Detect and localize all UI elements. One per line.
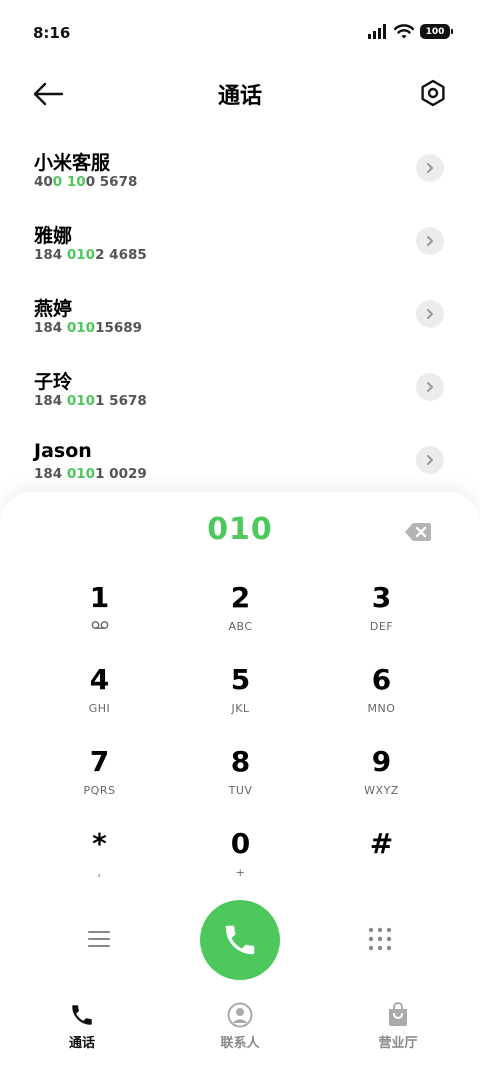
page-title: 通话 (217, 84, 262, 109)
key-6[interactable]: 6 MNO (311, 664, 452, 746)
contact-detail-button[interactable] (416, 373, 444, 401)
key-star[interactable]: * , (29, 828, 170, 910)
key-hash[interactable]: # (311, 828, 452, 910)
dialpad-actions (0, 900, 480, 980)
key-5[interactable]: 5 JKL (170, 664, 311, 746)
call-button[interactable] (200, 900, 280, 980)
contact-detail-button[interactable] (416, 446, 444, 474)
contact-name: 燕婷 (34, 298, 73, 320)
tab-label: 通话 (68, 1036, 95, 1051)
wifi-icon (394, 24, 414, 39)
key-7[interactable]: 7 PQRS (29, 746, 170, 828)
chevron-right-icon (427, 382, 433, 392)
status-bar: 8:16 100 (0, 0, 480, 66)
menu-icon[interactable] (88, 930, 110, 948)
backspace-icon[interactable] (404, 522, 432, 542)
tab-label: 联系人 (220, 1036, 260, 1051)
contact-name: Jason (34, 440, 92, 462)
contact-detail-button[interactable] (416, 300, 444, 328)
tab-contacts[interactable]: 联系人 (190, 1002, 290, 1051)
contact-number: 184 0101 0029 (34, 466, 147, 482)
voicemail-icon (91, 621, 108, 629)
dialpad-panel: 010 1 2 ABC 3 DEF 4 GHI 5 JKL 6 MNO 7 PQ… (0, 492, 480, 1067)
key-3[interactable]: 3 DEF (311, 582, 452, 664)
key-4[interactable]: 4 GHI (29, 664, 170, 746)
tab-calls[interactable]: 通话 (32, 1002, 132, 1051)
contact-detail-button[interactable] (416, 227, 444, 255)
person-icon (227, 1002, 253, 1028)
contact-row[interactable]: 小米客服 400 100 5678 (0, 140, 480, 213)
key-1[interactable]: 1 (29, 582, 170, 664)
contact-row[interactable]: 燕婷 184 01015689 (0, 286, 480, 359)
settings-icon[interactable] (418, 78, 448, 108)
dialpad-grid-icon[interactable] (368, 927, 392, 951)
contact-suggestions: 小米客服 400 100 5678 雅娜 184 0102 4685 燕婷 18… (0, 140, 480, 505)
contact-number: 184 01015689 (34, 320, 143, 336)
tab-store[interactable]: 营业厅 (348, 1002, 448, 1051)
contact-row[interactable]: 子玲 184 0101 5678 (0, 359, 480, 432)
key-sub (91, 620, 109, 634)
contact-name: 雅娜 (34, 225, 73, 247)
contact-name: 子玲 (34, 371, 73, 393)
tab-label: 营业厅 (378, 1036, 418, 1051)
key-8[interactable]: 8 TUV (170, 746, 311, 828)
contact-row[interactable]: 雅娜 184 0102 4685 (0, 213, 480, 286)
key-0[interactable]: 0 + (170, 828, 311, 910)
battery-icon: 100 (420, 24, 453, 39)
header: 通话 (0, 66, 480, 122)
chevron-right-icon (427, 455, 433, 465)
keypad: 1 2 ABC 3 DEF 4 GHI 5 JKL 6 MNO 7 PQRS 8… (29, 582, 451, 910)
chevron-right-icon (427, 163, 433, 173)
contact-number: 184 0102 4685 (34, 247, 147, 263)
status-icons: 100 (368, 24, 453, 39)
status-time: 8:16 (33, 24, 71, 42)
phone-icon (225, 925, 255, 955)
contact-name: 小米客服 (34, 152, 111, 174)
shopping-bag-icon (389, 1002, 407, 1026)
key-2[interactable]: 2 ABC (170, 582, 311, 664)
battery-level: 100 (425, 26, 445, 37)
phone-icon (72, 1005, 92, 1025)
contact-number: 184 0101 5678 (34, 393, 147, 409)
chevron-right-icon (427, 309, 433, 319)
contact-detail-button[interactable] (416, 154, 444, 182)
signal-icon (368, 24, 386, 39)
key-9[interactable]: 9 WXYZ (311, 746, 452, 828)
contact-number: 400 100 5678 (34, 174, 138, 190)
bottom-nav: 通话 联系人 营业厅 (0, 1000, 480, 1067)
chevron-right-icon (427, 236, 433, 246)
